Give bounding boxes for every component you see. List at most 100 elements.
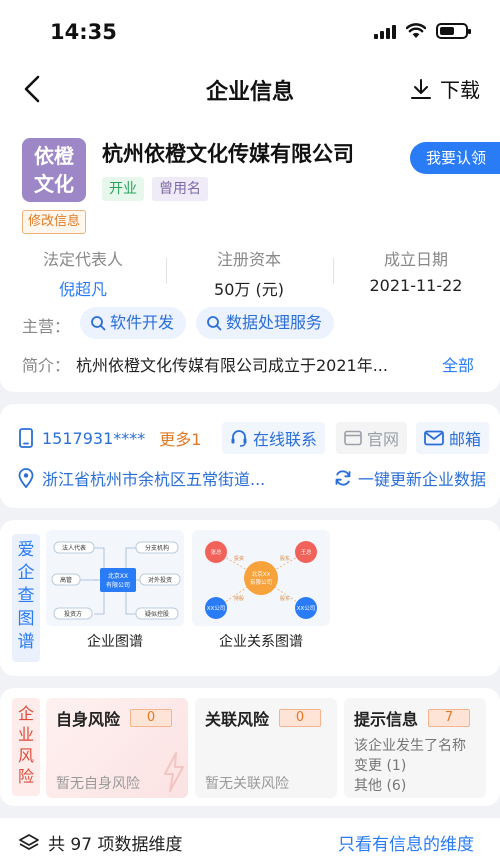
legal-rep-value[interactable]: 倪超凡	[0, 276, 166, 300]
related-risk-title: 关联风险	[205, 710, 270, 729]
intro-all-link[interactable]: 全部	[442, 352, 474, 376]
self-risk-count: 0	[130, 709, 173, 727]
relation-graph-caption: 企业关系图谱	[219, 634, 303, 650]
download-label: 下载	[440, 78, 480, 102]
enterprise-risk-label: 企 业 风 险	[12, 698, 40, 796]
graph-link-label: 投资	[234, 555, 244, 562]
lightning-icon	[164, 752, 184, 792]
aiqicha-graph-label: 爱 企 查 图 谱	[12, 534, 40, 662]
filter-with-info-link[interactable]: 只看有信息的维度	[338, 830, 474, 855]
graph-link-label: 股东	[280, 595, 290, 602]
online-contact-button[interactable]: 在线联系	[222, 422, 326, 454]
graph-node-label: 王总	[300, 548, 312, 556]
side-label-char: 企	[17, 704, 34, 723]
main-business-text: 数据处理服务	[226, 313, 323, 332]
claim-button[interactable]: 我要认领	[409, 142, 500, 174]
website-button[interactable]: 官网	[336, 422, 408, 454]
legal-rep-label: 法定代表人	[42, 250, 123, 269]
founded-value: 2021-11-22	[369, 276, 463, 295]
battery-icon	[436, 23, 471, 39]
legal-rep-column: 法定代表人 倪超凡	[0, 246, 166, 300]
company-name: 杭州依橙文化传媒有限公司	[102, 142, 354, 166]
hint-info-count: 7	[428, 709, 471, 727]
graph-center-line2: 有限公司	[250, 578, 272, 586]
self-risk-subtext: 暂无自身风险	[56, 776, 140, 792]
browser-icon	[344, 430, 362, 446]
graph-center-line1: 北京XX	[252, 570, 271, 578]
graph-link-label: 股东	[280, 555, 290, 562]
hint-line: 该企业发生了名称	[354, 738, 466, 754]
layers-icon	[19, 833, 39, 850]
graph-node-label: XX公司	[207, 605, 226, 612]
side-label-char: 谱	[17, 632, 35, 652]
former-name-tag[interactable]: 曾用名	[152, 177, 208, 201]
main-business-label: 主营：	[22, 317, 71, 336]
headset-icon	[231, 430, 247, 447]
capital-column: 注册资本 50万 (元)	[166, 246, 332, 300]
relation-graph-thumbnail: 投资 股东 持股 股东 北京XX 有限公司 张总 王总 XX公司 XX公司	[192, 530, 330, 626]
graph-center-line1: 北京XX	[108, 572, 128, 580]
update-data-button[interactable]: 一键更新企业数据	[334, 466, 486, 490]
graph-node-label: 对外投资	[148, 576, 172, 584]
modify-info-button[interactable]: 修改信息	[22, 210, 87, 234]
more-phones[interactable]: 更多1	[159, 426, 201, 450]
email-button[interactable]: 邮箱	[416, 422, 490, 454]
address-link[interactable]: 浙江省杭州市余杭区五常街道...	[18, 466, 265, 490]
related-risk-box[interactable]: 关联风险 0 暂无关联风险	[195, 698, 337, 798]
founded-column: 成立日期 2021-11-22	[333, 246, 499, 295]
data-dimension-bar: 共 97 项数据维度 只看有信息的维度	[0, 818, 500, 865]
email-label: 邮箱	[449, 430, 482, 449]
risk-card: 企 业 风 险 自身风险 0 暂无自身风险 关联风险 0 暂无关联风险 提示信息…	[0, 688, 500, 806]
phone-icon	[19, 428, 33, 448]
enterprise-graph-item[interactable]: 北京XX 有限公司 法人代表 分支机构 高管 对外投资 投资方 疑似控股 企业图…	[46, 530, 184, 651]
graph-center-line2: 有限公司	[106, 581, 130, 589]
status-badge: 开业	[102, 177, 144, 201]
status-icons	[374, 23, 471, 39]
graph-node-label: 高管	[60, 576, 72, 584]
self-risk-title: 自身风险	[56, 710, 121, 729]
related-risk-count: 0	[279, 709, 322, 727]
graph-node-label: XX公司	[297, 605, 316, 612]
phone-link[interactable]: 1517931**** 更多1	[18, 426, 201, 450]
main-business-chip[interactable]: 数据处理服务	[196, 307, 335, 339]
intro-text: 杭州依橙文化传媒有限公司成立于2021年...	[76, 356, 388, 375]
search-icon	[207, 316, 222, 331]
hint-line: 变更 (1)	[354, 758, 407, 774]
intro-label: 简介：	[22, 356, 71, 375]
founded-label: 成立日期	[383, 250, 448, 269]
logo-text-line1: 依橙	[34, 144, 74, 168]
graph-card: 爱 企 查 图 谱 北京XX 有限公司 法人代表 分支机构 高管 对外投资 投资…	[0, 520, 500, 676]
online-contact-label: 在线联系	[253, 430, 318, 449]
graph-node-label: 疑似控股	[145, 610, 169, 618]
self-risk-box[interactable]: 自身风险 0 暂无自身风险	[46, 698, 188, 798]
main-business-chip[interactable]: 软件开发	[80, 307, 187, 339]
graph-node-label: 张总	[210, 548, 222, 556]
side-label-char: 业	[17, 725, 34, 744]
wifi-icon	[406, 23, 426, 38]
download-icon	[411, 78, 431, 99]
company-logo: 依橙 文化	[22, 138, 86, 202]
graph-node-label: 分支机构	[145, 544, 169, 552]
relation-graph-item[interactable]: 投资 股东 持股 股东 北京XX 有限公司 张总 王总 XX公司 XX公司 企业…	[192, 530, 330, 651]
capital-value: 50万 (元)	[214, 280, 284, 299]
graph-node-label: 投资方	[64, 610, 82, 618]
search-icon	[91, 316, 106, 331]
enterprise-graph-thumbnail: 北京XX 有限公司 法人代表 分支机构 高管 对外投资 投资方 疑似控股	[46, 530, 184, 626]
dimension-count: 共 97 项数据维度	[18, 830, 182, 855]
side-label-char: 风	[17, 746, 34, 765]
download-button[interactable]: 下载	[410, 74, 480, 103]
hint-line: 其他 (6)	[354, 778, 407, 794]
website-label: 官网	[367, 430, 400, 449]
hint-info-box[interactable]: 提示信息 7 该企业发生了名称 变更 (1) 其他 (6)	[344, 698, 486, 798]
mail-icon	[424, 430, 444, 446]
location-pin-icon	[18, 468, 34, 488]
phone-number: 1517931****	[42, 428, 146, 448]
side-label-char: 图	[17, 609, 35, 629]
side-label-char: 险	[17, 767, 34, 786]
main-business-text: 软件开发	[110, 313, 175, 332]
company-card: 依橙 文化 杭州依橙文化传媒有限公司 我要认领 开业 曾用名 修改信息 法定代表…	[0, 116, 500, 392]
refresh-icon	[335, 470, 351, 486]
hint-info-title: 提示信息	[354, 710, 419, 729]
address-text: 浙江省杭州市余杭区五常街道...	[42, 470, 266, 489]
cellular-signal-icon	[374, 24, 396, 39]
